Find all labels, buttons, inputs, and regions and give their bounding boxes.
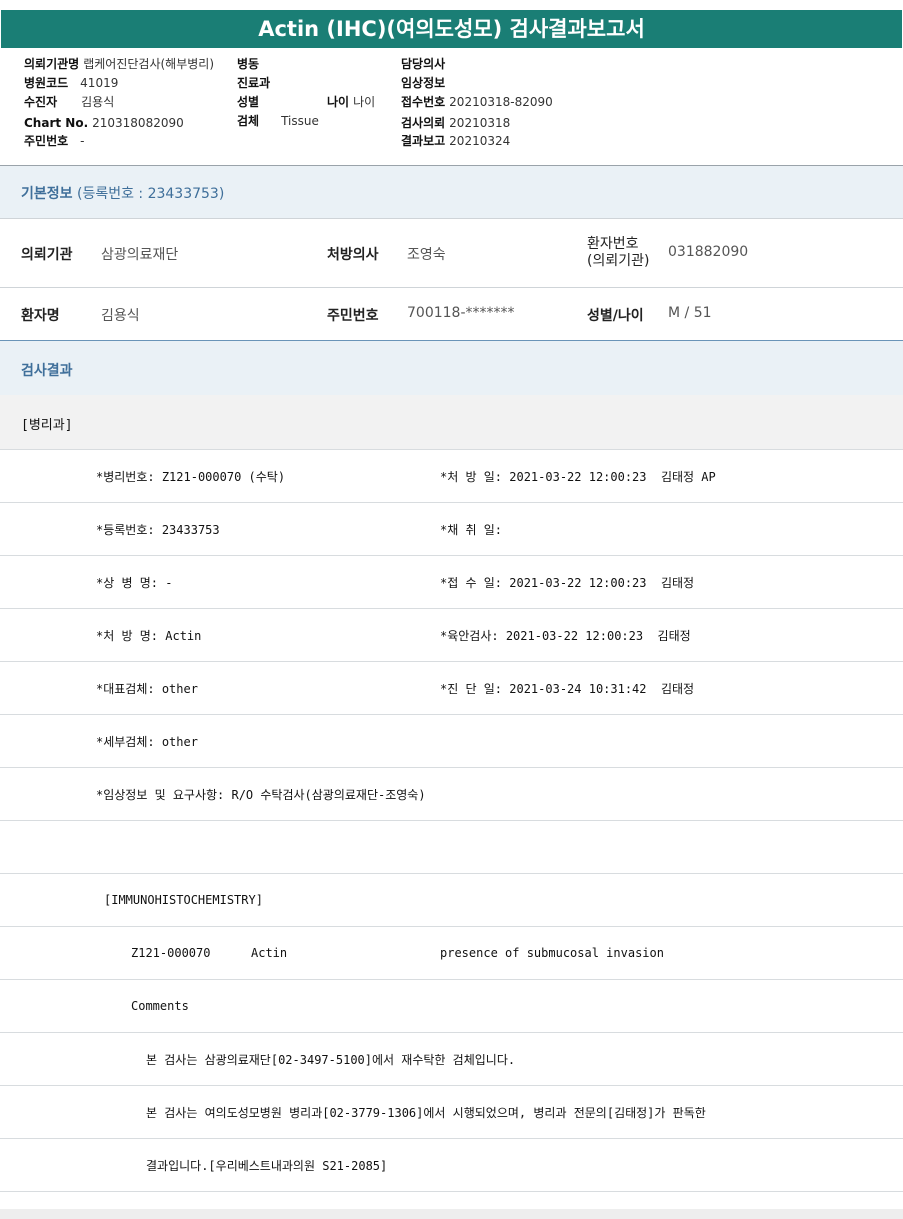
patient-name-label: 환자명: [21, 308, 60, 324]
comment-line-2: 본 검사는 여의도성모병원 병리과[02-3779-1306]에서 시행되었으며…: [146, 1106, 706, 1120]
ihc-result: presence of submucosal invasion: [440, 946, 664, 960]
result-field-right: *육안검사: 2021-03-22 12:00:23 김태정: [440, 629, 691, 643]
divider: [0, 555, 903, 556]
result-field-left: *등록번호: 23433753: [96, 523, 220, 537]
specimen: 검체 Tissue: [237, 114, 319, 128]
resident-label: 주민번호: [327, 308, 379, 324]
age: 나이 나이: [327, 95, 376, 109]
doctor: 담당의사: [401, 57, 446, 71]
divider: [0, 1032, 903, 1033]
result-field-right: *접 수 일: 2021-03-22 12:00:23 김태정: [440, 576, 695, 590]
divider: [0, 979, 903, 980]
prescribing-doctor-label: 처방의사: [327, 247, 379, 263]
comment-line-3: 결과입니다.[우리베스트내과의원 S21-2085]: [146, 1159, 388, 1173]
examinee: 수진자 김용식: [24, 95, 115, 109]
basic-info-heading: 기본정보 (등록번호 : 23433753): [0, 166, 903, 218]
report-title: Actin (IHC)(여의도성모) 검사결과보고서: [1, 10, 902, 48]
divider: [0, 449, 903, 450]
org-label: 의뢰기관: [21, 247, 73, 263]
ihc-heading: [IMMUNOHISTOCHEMISTRY]: [104, 893, 263, 907]
divider: [0, 926, 903, 927]
test-request-date: 검사의뢰 20210318: [401, 116, 511, 130]
result-field-left: *상 병 명: -: [96, 576, 173, 590]
hospital-code: 병원코드 41019: [24, 76, 119, 90]
department-subheading: [병리과]: [0, 395, 903, 449]
result-report-date: 결과보고 20210324: [401, 134, 511, 148]
divider: [0, 873, 903, 874]
divider: [0, 1085, 903, 1086]
result-field-left: *임상정보 및 요구사항: R/O 수탁검사(삼광의료재단-조영숙): [96, 788, 426, 802]
request-org: 의뢰기관명 랩케어진단검사(해부병리): [24, 57, 215, 71]
sex: 성별: [237, 95, 260, 109]
sex-age-value: M / 51: [668, 305, 712, 321]
patient-name-value: 김용식: [101, 308, 140, 324]
resident-number: 주민번호 -: [24, 134, 85, 148]
result-field-left: *세부검체: other: [96, 735, 198, 749]
result-field-right: *처 방 일: 2021-03-22 12:00:23 김태정 AP: [440, 470, 716, 484]
divider: [0, 218, 903, 219]
ihc-pathology-number: Z121-000070: [131, 946, 211, 960]
result-field-left: *처 방 명: Actin: [96, 629, 202, 643]
result-field-left: *병리번호: Z121-000070 (수탁): [96, 470, 286, 484]
divider: [0, 608, 903, 609]
ihc-test-name: Actin: [251, 946, 288, 960]
result-field-right: *채 취 일:: [440, 523, 503, 537]
department: 진료과: [237, 76, 271, 90]
divider: [0, 502, 903, 503]
ward: 병동: [237, 57, 260, 71]
result-field-left: *대표검체: other: [96, 682, 198, 696]
divider: [0, 287, 903, 288]
sex-age-label: 성별/나이: [587, 308, 644, 324]
clinical-info: 임상정보: [401, 76, 446, 90]
divider: [0, 767, 903, 768]
patient-number-value: 031882090: [668, 244, 749, 260]
prescribing-doctor-value: 조영숙: [407, 247, 446, 263]
org-value: 삼광의료재단: [101, 247, 179, 263]
results-heading: 검사결과: [0, 341, 903, 395]
patient-number-label: 환자번호 (의뢰기관): [587, 236, 650, 269]
comments-label: Comments: [131, 999, 189, 1013]
receipt-number: 접수번호 20210318-82090: [401, 95, 553, 109]
resident-value: 700118-*******: [407, 305, 515, 321]
divider: [0, 661, 903, 662]
chart-number: Chart No. 210318082090: [24, 116, 184, 130]
comment-line-1: 본 검사는 삼광의료재단[02-3497-5100]에서 재수탁한 검체입니다.: [146, 1053, 516, 1067]
divider: [0, 1191, 903, 1192]
divider: [0, 1138, 903, 1139]
scroll-footer: [0, 1209, 903, 1219]
result-field-right: *진 단 일: 2021-03-24 10:31:42 김태정: [440, 682, 695, 696]
divider: [0, 820, 903, 821]
divider: [0, 714, 903, 715]
